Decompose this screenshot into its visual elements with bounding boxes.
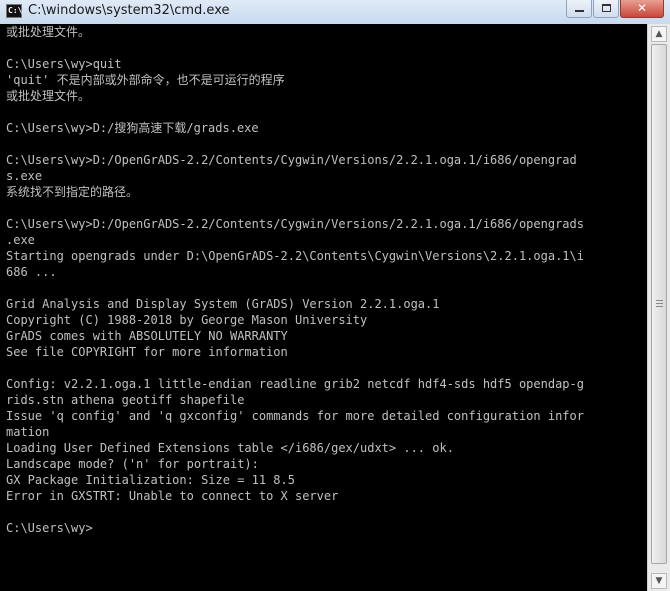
maximize-icon [602, 4, 611, 12]
close-icon: ✕ [636, 1, 648, 15]
maximize-button[interactable] [593, 0, 619, 18]
minimize-button[interactable] [566, 0, 592, 18]
close-button[interactable]: ✕ [620, 0, 664, 18]
scrollbar-thumb[interactable] [651, 44, 667, 564]
console-output-area[interactable]: 或批处理文件。 C:\Users\wy>quit 'quit' 不是内部或外部命… [0, 24, 647, 591]
console-text: 或批处理文件。 C:\Users\wy>quit 'quit' 不是内部或外部命… [6, 25, 584, 535]
scroll-up-arrow-icon[interactable]: ▲ [651, 26, 667, 42]
cmd-app-icon[interactable]: C:\ [6, 4, 22, 18]
scroll-down-arrow-icon[interactable]: ▼ [651, 573, 667, 589]
vertical-scrollbar[interactable]: ▲ ▼ [647, 24, 670, 591]
window-title: C:\windows\system32\cmd.exe [28, 3, 230, 18]
window-controls: ✕ [565, 0, 664, 20]
window-title-bar[interactable]: C:\ C:\windows\system32\cmd.exe ✕ [0, 0, 670, 25]
thumb-grip-line [656, 306, 663, 307]
thumb-grip-line [656, 300, 663, 301]
minimize-icon [575, 10, 584, 12]
thumb-grip-line [656, 303, 663, 304]
